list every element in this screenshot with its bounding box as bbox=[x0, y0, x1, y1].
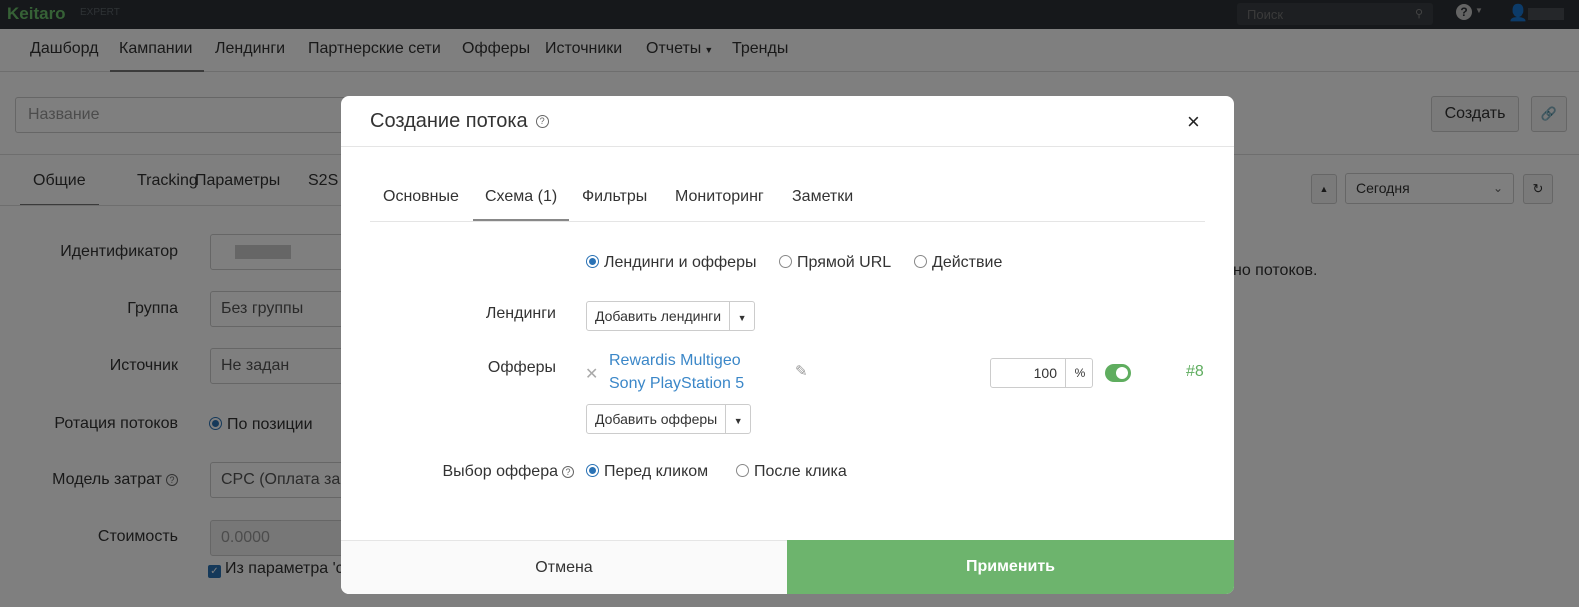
add-landings-button[interactable]: Добавить лендинги ▼ bbox=[586, 301, 756, 332]
radio-checked-icon bbox=[586, 464, 599, 477]
tab-schema[interactable]: Схема (1) bbox=[473, 188, 570, 221]
schema-action-label: Действие bbox=[932, 254, 1003, 271]
divider bbox=[341, 146, 1234, 147]
radio-unchecked-icon bbox=[914, 255, 927, 268]
question-circle-icon[interactable]: ? bbox=[535, 115, 549, 128]
chevron-down-icon[interactable]: ▼ bbox=[726, 407, 750, 435]
add-offers-label[interactable]: Добавить офферы bbox=[587, 405, 727, 433]
question-circle-icon[interactable]: ? bbox=[562, 466, 574, 478]
offer-choice-before-click-radio[interactable]: Перед кликом bbox=[586, 463, 708, 481]
offer-choice-after-click-radio[interactable]: После клика bbox=[736, 463, 847, 481]
close-icon[interactable]: × bbox=[1187, 109, 1200, 135]
divider bbox=[370, 221, 1205, 222]
offer-share-field[interactable]: 100 % bbox=[990, 358, 1093, 388]
schema-landings-offers-radio[interactable]: Лендинги и офферы bbox=[586, 254, 756, 272]
schema-action-radio[interactable]: Действие bbox=[914, 254, 1002, 272]
modal-title: Создание потока? bbox=[370, 110, 549, 133]
create-stream-modal: Создание потока? × Основные Схема (1) Фи… bbox=[341, 96, 1234, 594]
offer-choice-before-click-label: Перед кликом bbox=[604, 463, 709, 480]
tab-filters[interactable]: Фильтры bbox=[582, 188, 647, 206]
schema-direct-url-label: Прямой URL bbox=[797, 254, 892, 271]
offer-number: #8 bbox=[1186, 363, 1204, 380]
radio-unchecked-icon bbox=[779, 255, 792, 268]
offer-choice-after-click-label: После клика bbox=[754, 463, 847, 480]
percent-unit: % bbox=[1074, 366, 1086, 380]
edit-pencil-icon[interactable]: ✎ bbox=[795, 362, 808, 380]
offers-label: Офферы bbox=[487, 359, 556, 376]
radio-unchecked-icon bbox=[736, 464, 749, 477]
add-landings-label[interactable]: Добавить лендинги bbox=[587, 302, 731, 330]
offer-choice-label-text: Выбор оффера bbox=[442, 463, 559, 480]
offer-share-input[interactable]: 100 bbox=[991, 359, 1066, 387]
chevron-down-icon[interactable]: ▼ bbox=[730, 304, 754, 332]
schema-direct-url-radio[interactable]: Прямой URL bbox=[779, 254, 891, 272]
cancel-button[interactable]: Отмена bbox=[341, 540, 787, 594]
remove-offer-icon[interactable]: ✕ bbox=[585, 364, 598, 384]
offer-choice-label: Выбор оффера? bbox=[442, 463, 574, 481]
schema-landings-offers-label: Лендинги и офферы bbox=[604, 254, 757, 271]
landings-label: Лендинги bbox=[485, 305, 556, 322]
tab-monitoring[interactable]: Мониторинг bbox=[675, 188, 764, 206]
radio-checked-icon bbox=[586, 255, 599, 268]
offer-name-line2[interactable]: Sony PlayStation 5 bbox=[609, 375, 744, 393]
offer-name-line1[interactable]: Rewardis Multigeo bbox=[609, 352, 741, 370]
apply-button[interactable]: Применить bbox=[787, 540, 1234, 594]
add-offers-button[interactable]: Добавить офферы ▼ bbox=[586, 404, 752, 435]
modal-title-text: Создание потока bbox=[370, 110, 528, 132]
tab-main[interactable]: Основные bbox=[383, 188, 459, 206]
offer-enabled-toggle[interactable] bbox=[1105, 364, 1131, 382]
tab-notes[interactable]: Заметки bbox=[792, 188, 853, 206]
